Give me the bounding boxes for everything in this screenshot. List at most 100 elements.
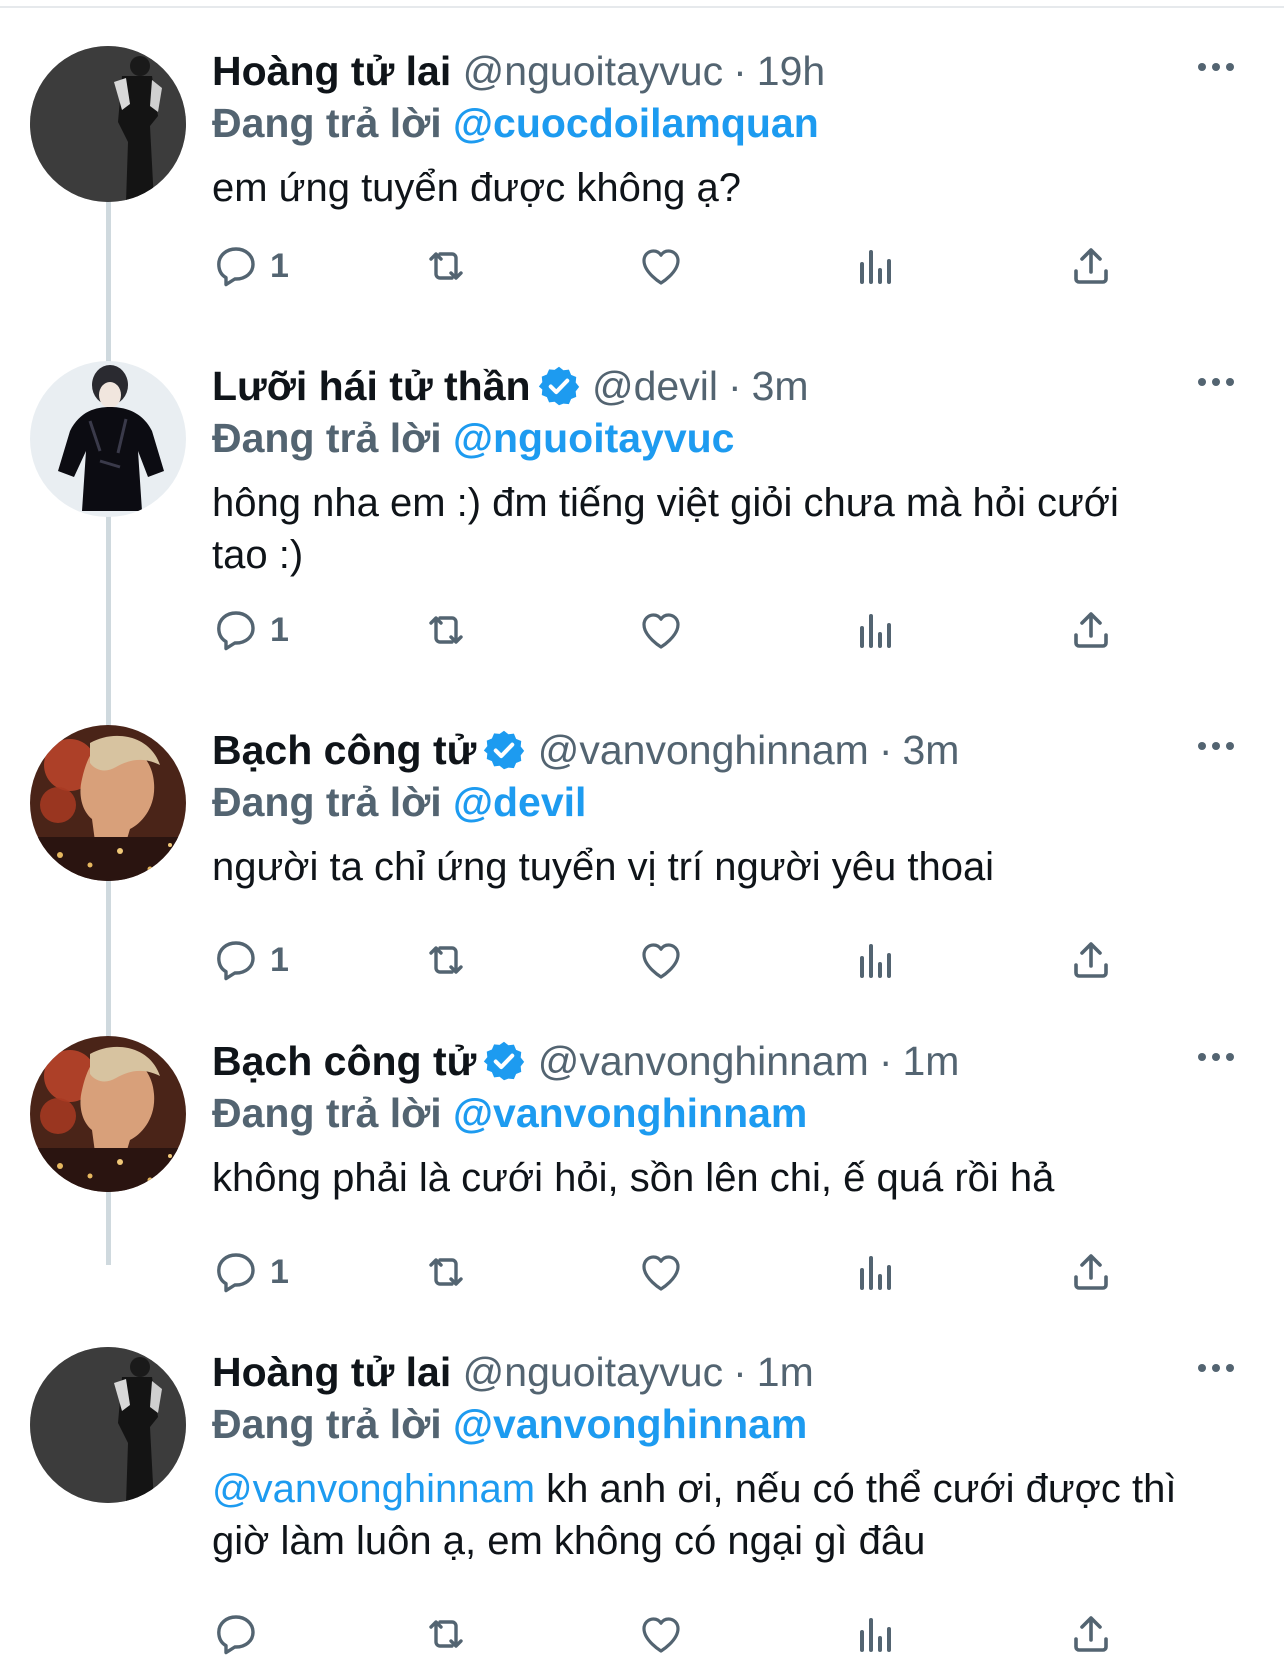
timestamp[interactable]: 3m (903, 727, 960, 773)
share-button[interactable] (1067, 236, 1115, 296)
timestamp[interactable]: 3m (752, 363, 809, 409)
retweet-button[interactable] (422, 236, 470, 296)
verified-badge-icon (482, 1039, 526, 1083)
verified-badge-icon (537, 364, 581, 408)
tweet-text-content: người ta chỉ ứng tuyển vị trí người yêu … (212, 845, 995, 889)
share-button[interactable] (1067, 930, 1115, 990)
analytics-button[interactable] (852, 930, 900, 990)
avatar[interactable] (30, 361, 186, 517)
reply-count: 1 (270, 610, 289, 649)
retweet-icon (422, 606, 470, 654)
like-button[interactable] (637, 1604, 685, 1664)
replying-to-label: Đang trả lời (212, 1090, 442, 1136)
share-button[interactable] (1067, 1242, 1115, 1302)
reply-button[interactable]: 1 (212, 930, 289, 990)
tweet-text: em ứng tuyển được không ạ? (212, 162, 1222, 214)
avatar[interactable] (30, 725, 186, 881)
tweet-text-mention[interactable]: @vanvonghinnam (212, 1467, 535, 1511)
analytics-icon (852, 606, 900, 654)
handle[interactable]: @vanvonghinnam (538, 1038, 869, 1084)
reply-button[interactable] (212, 1604, 270, 1664)
analytics-button[interactable] (852, 1604, 900, 1664)
display-name[interactable]: Lưỡi hái tử thần (212, 363, 531, 409)
share-button[interactable] (1067, 600, 1115, 660)
analytics-icon (852, 1610, 900, 1658)
more-icon[interactable] (1196, 1361, 1236, 1375)
reply-icon (212, 936, 260, 984)
analytics-button[interactable] (852, 600, 900, 660)
action-bar: 1 (212, 600, 1132, 660)
retweet-button[interactable] (422, 930, 470, 990)
timestamp[interactable]: 19h (757, 48, 825, 94)
replying-to-mention[interactable]: @nguoitayvuc (453, 415, 734, 461)
share-icon (1067, 606, 1115, 654)
retweet-icon (422, 242, 470, 290)
share-icon (1067, 1610, 1115, 1658)
handle[interactable]: @devil (592, 363, 718, 409)
tweet-text: người ta chỉ ứng tuyển vị trí người yêu … (212, 841, 1222, 893)
share-icon (1067, 1248, 1115, 1296)
replying-to: Đang trả lời @cuocdoilamquan (212, 98, 1222, 148)
separator: · (727, 363, 742, 409)
handle[interactable]: @nguoitayvuc (463, 1349, 723, 1395)
reply-button[interactable]: 1 (212, 236, 289, 296)
replying-to: Đang trả lời @nguoitayvuc (212, 413, 1222, 463)
replying-to-mention[interactable]: @vanvonghinnam (453, 1401, 807, 1447)
more-icon[interactable] (1196, 739, 1236, 753)
replying-to-mention[interactable]: @cuocdoilamquan (453, 100, 819, 146)
like-icon (637, 1248, 685, 1296)
separator: · (733, 1349, 747, 1395)
analytics-button[interactable] (852, 1242, 900, 1302)
separator: · (733, 48, 747, 94)
replying-to-mention[interactable]: @devil (453, 779, 586, 825)
tweet-text: hông nha em :) đm tiếng việt giỏi chưa m… (212, 477, 1132, 581)
reply-button[interactable]: 1 (212, 600, 289, 660)
action-bar: 1 (212, 930, 1132, 990)
retweet-icon (422, 1610, 470, 1658)
handle[interactable]: @nguoitayvuc (463, 48, 723, 94)
retweet-button[interactable] (422, 600, 470, 660)
display-name[interactable]: Bạch công tử (212, 727, 476, 773)
tweet-text-content: không phải là cưới hỏi, sồn lên chi, ế q… (212, 1156, 1055, 1200)
tweet-text: @vanvonghinnam kh anh ơi, nếu có thể cướ… (212, 1463, 1232, 1567)
replying-to-label: Đang trả lời (212, 1401, 442, 1447)
reply-count: 1 (270, 246, 289, 285)
handle[interactable]: @vanvonghinnam (538, 727, 869, 773)
avatar[interactable] (30, 1347, 186, 1503)
like-button[interactable] (637, 236, 685, 296)
share-icon (1067, 242, 1115, 290)
more-icon[interactable] (1196, 1050, 1236, 1064)
reply-icon (212, 242, 260, 290)
reply-button[interactable]: 1 (212, 1242, 289, 1302)
retweet-button[interactable] (422, 1242, 470, 1302)
like-button[interactable] (637, 930, 685, 990)
display-name[interactable]: Hoàng tử lai (212, 1349, 451, 1395)
retweet-button[interactable] (422, 1604, 470, 1664)
replying-to-mention[interactable]: @vanvonghinnam (453, 1090, 807, 1136)
display-name[interactable]: Bạch công tử (212, 1038, 476, 1084)
like-button[interactable] (637, 1242, 685, 1302)
like-button[interactable] (637, 600, 685, 660)
analytics-icon (852, 936, 900, 984)
tweet-text-content: hông nha em :) đm tiếng việt giỏi chưa m… (212, 481, 1119, 577)
more-icon[interactable] (1196, 375, 1236, 389)
more-icon[interactable] (1196, 60, 1236, 74)
analytics-icon (852, 242, 900, 290)
verified-badge-icon (482, 728, 526, 772)
timestamp[interactable]: 1m (757, 1349, 814, 1395)
tweet-text-content: em ứng tuyển được không ạ? (212, 166, 741, 210)
like-icon (637, 242, 685, 290)
reply-icon (212, 1248, 260, 1296)
reply-count: 1 (270, 940, 289, 979)
display-name[interactable]: Hoàng tử lai (212, 48, 451, 94)
share-button[interactable] (1067, 1604, 1115, 1664)
replying-to: Đang trả lời @devil (212, 777, 1222, 827)
tweet-text: không phải là cưới hỏi, sồn lên chi, ế q… (212, 1152, 1222, 1204)
avatar[interactable] (30, 1036, 186, 1192)
analytics-button[interactable] (852, 236, 900, 296)
share-icon (1067, 936, 1115, 984)
timestamp[interactable]: 1m (903, 1038, 960, 1084)
replying-to: Đang trả lời @vanvonghinnam (212, 1399, 1222, 1449)
avatar[interactable] (30, 46, 186, 202)
action-bar: 1 (212, 236, 1132, 296)
